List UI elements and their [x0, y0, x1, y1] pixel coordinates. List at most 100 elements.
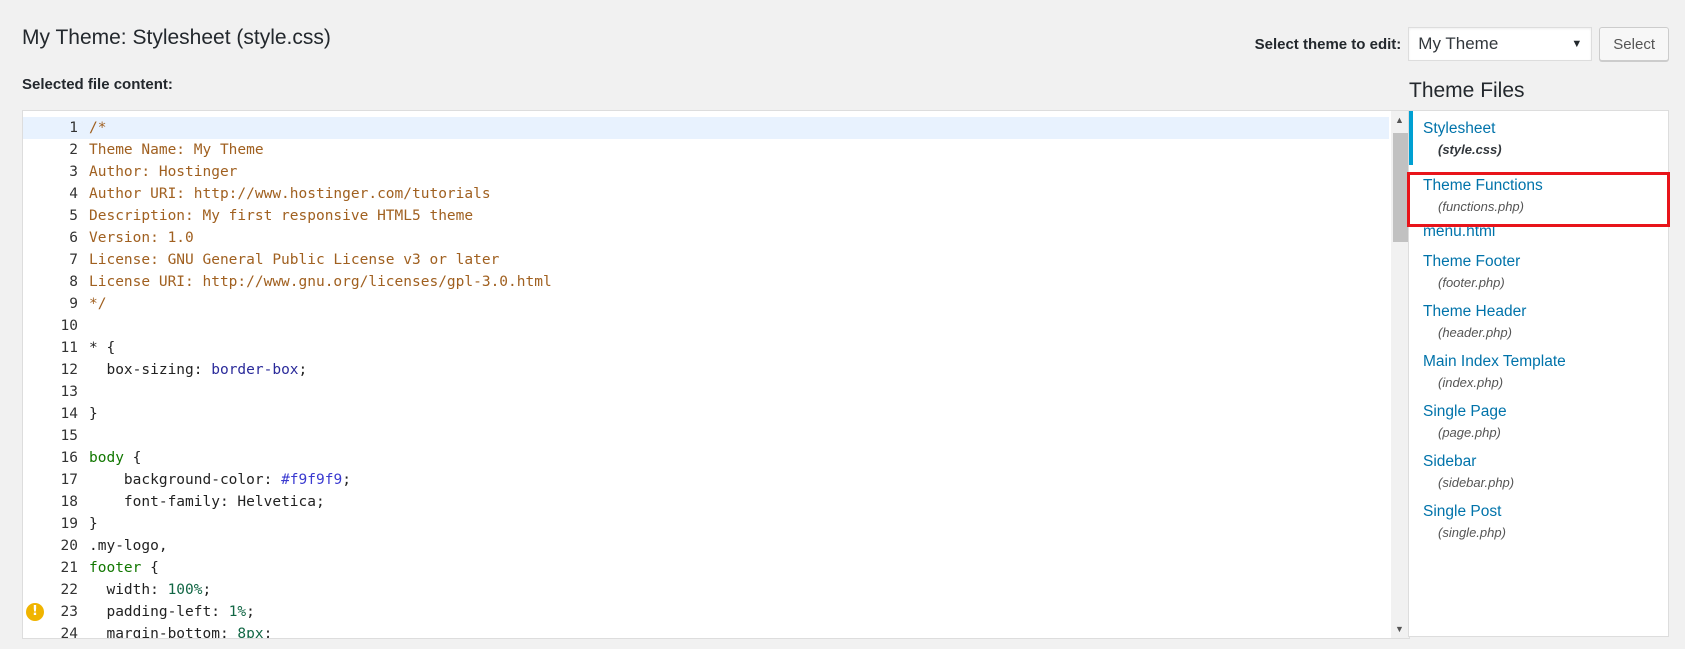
scroll-down-arrow-icon[interactable]: ▼ — [1395, 624, 1404, 634]
code-line[interactable]: 3 Author: Hostinger — [23, 161, 1389, 183]
line-text: * { — [89, 337, 115, 359]
code-line[interactable]: 21 footer { — [23, 557, 1389, 579]
line-number: 4 — [69, 186, 78, 202]
file-content-label: Selected file content: — [22, 76, 173, 93]
code-token: Description: My first responsive HTML5 t… — [89, 208, 474, 224]
code-line[interactable]: 24 margin-bottom: 8px; — [23, 623, 1389, 639]
code-token: border-box — [211, 362, 299, 378]
theme-file-filename: (functions.php) — [1438, 199, 1524, 214]
code-line[interactable]: 18 font-family: Helvetica; — [23, 491, 1389, 513]
theme-file-item[interactable]: menu.html — [1409, 221, 1668, 250]
code-line[interactable]: 1 /* — [23, 117, 1389, 139]
code-line[interactable]: 22 width: 100%; — [23, 579, 1389, 601]
scroll-up-arrow-icon[interactable]: ▲ — [1395, 115, 1404, 125]
line-number: 23 — [60, 604, 78, 620]
code-token: License URI: http://www.gnu.org/licenses… — [89, 274, 552, 290]
theme-file-link[interactable]: Sidebar — [1423, 453, 1668, 471]
code-token: ; — [202, 582, 212, 598]
editor-scrollbar[interactable]: ▲ ▼ — [1391, 111, 1409, 638]
theme-file-item[interactable]: Single Page (page.php) — [1409, 401, 1668, 451]
line-number: 5 — [69, 208, 78, 224]
code-token: { — [141, 560, 159, 576]
line-number: 2 — [69, 142, 78, 158]
chevron-down-icon: ▼ — [1571, 38, 1583, 50]
code-line[interactable]: 6 Version: 1.0 — [23, 227, 1389, 249]
theme-file-item[interactable]: Theme Header (header.php) — [1409, 301, 1668, 351]
theme-files-panel: Stylesheet (style.css) Theme Functions (fun… — [1408, 110, 1669, 637]
theme-file-link[interactable]: Theme Functions — [1423, 177, 1668, 195]
line-text: */ — [89, 293, 106, 315]
theme-file-item[interactable]: Single Post (single.php) — [1409, 501, 1668, 551]
theme-file-item[interactable]: Theme Functions (functions.php) — [1409, 175, 1668, 225]
page-title: My Theme: Stylesheet (style.css) — [22, 26, 331, 49]
code-line[interactable]: 2 Theme Name: My Theme — [23, 139, 1389, 161]
code-line[interactable]: 13 — [23, 381, 1389, 403]
line-number: 18 — [60, 494, 78, 510]
theme-file-item[interactable]: Stylesheet (style.css) — [1409, 111, 1668, 165]
line-number: 3 — [69, 164, 78, 180]
code-line[interactable]: 7 License: GNU General Public License v3 … — [23, 249, 1389, 271]
code-line[interactable]: 8 License URI: http://www.gnu.org/license… — [23, 271, 1389, 293]
line-text: License URI: http://www.gnu.org/licenses… — [89, 271, 552, 293]
theme-file-item[interactable]: Sidebar (sidebar.php) — [1409, 451, 1668, 501]
theme-file-filename: (style.css) — [1438, 142, 1502, 157]
code-token: Helvetica — [237, 494, 316, 510]
theme-file-link[interactable]: Main Index Template — [1423, 353, 1668, 371]
theme-file-link[interactable]: Theme Header — [1423, 303, 1668, 321]
theme-file-link[interactable]: Single Page — [1423, 403, 1668, 421]
theme-select-value: My Theme — [1418, 34, 1499, 53]
code-line[interactable]: 20 .my-logo, — [23, 535, 1389, 557]
line-number: 15 — [60, 428, 78, 444]
code-line[interactable]: 17 background-color: #f9f9f9; — [23, 469, 1389, 491]
select-theme-button[interactable]: Select — [1599, 27, 1669, 61]
code-token: footer — [89, 560, 142, 576]
line-number: 21 — [60, 560, 78, 576]
theme-file-filename: (single.php) — [1438, 525, 1506, 540]
line-text: background-color: #f9f9f9; — [89, 469, 351, 491]
code-token: ; — [246, 604, 255, 620]
line-text: Description: My first responsive HTML5 t… — [89, 205, 473, 227]
theme-file-filename: (sidebar.php) — [1438, 475, 1515, 490]
code-line[interactable]: 15 — [23, 425, 1389, 447]
theme-select-label: Select theme to edit: — [1254, 35, 1402, 53]
line-text: .my-logo, — [89, 535, 168, 557]
code-line[interactable]: 19} — [23, 513, 1389, 535]
line-number: 17 — [60, 472, 78, 488]
code-token: background-color — [89, 472, 264, 488]
theme-select-dropdown[interactable]: My Theme ▼ — [1408, 27, 1593, 61]
code-token: box-sizing — [89, 362, 194, 378]
code-line[interactable]: 11 * { — [23, 337, 1389, 359]
line-text: font-family: Helvetica; — [89, 491, 325, 513]
code-editor[interactable]: 1 /* 2 Theme Name: My Theme 3 Author: Hosting… — [22, 110, 1410, 639]
code-token: body — [89, 450, 124, 466]
theme-file-link[interactable]: Theme Footer — [1423, 253, 1668, 271]
code-token: { — [123, 450, 142, 466]
code-line[interactable]: 5 Description: My first responsive HTML5 … — [23, 205, 1389, 227]
line-number: 16 — [60, 450, 78, 466]
scroll-thumb[interactable] — [1393, 133, 1408, 242]
theme-file-link[interactable]: Single Post — [1423, 503, 1668, 521]
line-text: } — [89, 513, 98, 535]
line-number: 22 — [60, 582, 78, 598]
code-token: Theme Name: My Theme — [89, 142, 264, 158]
theme-file-link[interactable]: menu.html — [1423, 223, 1668, 241]
line-text: padding-left: 1%; — [89, 601, 255, 623]
code-line[interactable]: 9 */ — [23, 293, 1389, 315]
theme-file-item[interactable]: Main Index Template (index.php) — [1409, 351, 1668, 401]
line-number: 1 — [69, 120, 78, 136]
theme-files-title: Theme Files — [1409, 79, 1525, 102]
code-lines[interactable]: 1 /* 2 Theme Name: My Theme 3 Author: Hosting… — [23, 117, 1389, 639]
code-line[interactable]: 4 Author URI: http://www.hostinger.com/tu… — [23, 183, 1389, 205]
code-token: : — [150, 582, 168, 598]
code-line[interactable]: 16 body { — [23, 447, 1389, 469]
code-line[interactable]: 14} — [23, 403, 1389, 425]
code-token: : — [211, 604, 229, 620]
code-line[interactable]: 12 box-sizing: border-box; — [23, 359, 1389, 381]
line-number: 9 — [69, 296, 78, 312]
theme-file-link[interactable]: Stylesheet — [1423, 120, 1668, 138]
line-text: footer { — [89, 557, 159, 579]
theme-file-item[interactable]: Theme Footer (footer.php) — [1409, 251, 1668, 301]
code-token: : — [219, 626, 238, 639]
code-line[interactable]: 10 — [23, 315, 1389, 337]
code-line[interactable]: ! 23 padding-left: 1%; — [23, 601, 1389, 623]
